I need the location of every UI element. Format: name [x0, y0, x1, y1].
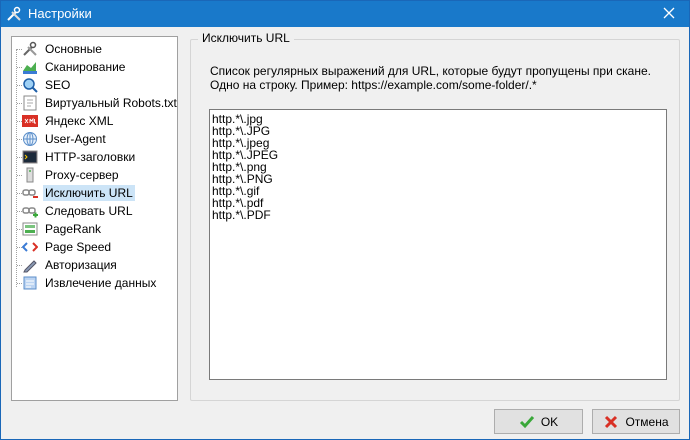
- sidebar-item[interactable]: HTTP-заголовки: [17, 148, 137, 166]
- cancel-button[interactable]: Отмена: [592, 409, 680, 434]
- sidebar-item[interactable]: Виртуальный Robots.txt: [17, 94, 179, 112]
- window-title: Настройки: [28, 6, 92, 21]
- server-icon: [22, 167, 38, 183]
- sidebar-item[interactable]: Page Speed: [17, 238, 113, 256]
- settings-nav-tree: Основные Сканирование SEO Виртуальный Robot…: [11, 36, 178, 401]
- chart-icon: [22, 59, 38, 75]
- tree-connector: [17, 211, 22, 212]
- tools-icon: [6, 6, 22, 22]
- robots-file-icon: [22, 95, 38, 111]
- sidebar-item-label: PageRank: [45, 222, 102, 236]
- magnifier-icon: [22, 77, 38, 93]
- sidebar-item[interactable]: User-Agent: [17, 130, 108, 148]
- follow-link-icon: [22, 203, 38, 219]
- terminal-icon: [22, 149, 38, 165]
- sidebar-item[interactable]: Основные: [17, 40, 104, 58]
- sidebar-item-label: Page Speed: [45, 240, 112, 254]
- xml-icon: [22, 113, 38, 129]
- sidebar-item[interactable]: Авторизация: [17, 256, 119, 274]
- tree-connector: [17, 139, 22, 140]
- sidebar-item-label: SEO: [45, 78, 71, 92]
- sidebar-item-label: Proxy-сервер: [45, 168, 119, 182]
- tree-connector: [17, 49, 22, 50]
- tree-connector: [17, 283, 22, 284]
- sidebar-item[interactable]: SEO: [17, 76, 72, 94]
- close-button[interactable]: [649, 1, 689, 27]
- sidebar-item[interactable]: Сканирование: [17, 58, 127, 76]
- code-icon: [22, 239, 38, 255]
- group-title: Исключить URL: [198, 31, 294, 45]
- tools-icon: [22, 41, 38, 57]
- pen-icon: [22, 257, 38, 273]
- sidebar-item-label: HTTP-заголовки: [45, 150, 136, 164]
- extract-icon: [22, 275, 38, 291]
- tree-connector: [17, 67, 22, 68]
- sidebar-item-label: Виртуальный Robots.txt: [45, 96, 177, 110]
- pagerank-icon: [22, 221, 38, 237]
- pattern-line: http.*\.PDF: [212, 208, 271, 222]
- close-icon: [663, 7, 675, 22]
- tree-connector: [17, 265, 22, 266]
- tree-connector: [17, 103, 22, 104]
- sidebar-item-label: Основные: [45, 42, 102, 56]
- tree-connector: [17, 247, 22, 248]
- tree-connector: [17, 157, 22, 158]
- sidebar-item[interactable]: Исключить URL: [17, 184, 135, 202]
- cancel-label: Отмена: [625, 414, 669, 429]
- sidebar-item[interactable]: PageRank: [17, 220, 103, 238]
- sidebar-item-label: User-Agent: [45, 132, 106, 146]
- ok-label: OK: [540, 414, 559, 429]
- tree-connector: [17, 175, 22, 176]
- checkmark-icon: [519, 414, 535, 430]
- sidebar-item-label: Авторизация: [45, 258, 117, 272]
- tree-connector: [17, 193, 22, 194]
- sidebar-item-label: Сканирование: [45, 60, 126, 74]
- title-bar: Настройки: [1, 1, 689, 27]
- sidebar-item-label: Следовать URL: [45, 204, 133, 218]
- sidebar-item-label: Исключить URL: [43, 185, 135, 201]
- settings-window: Настройки Основные Сканирование SEO Виртуал…: [0, 0, 690, 440]
- sidebar-item-label: Яндекс XML: [45, 114, 114, 128]
- globe-icon: [22, 131, 38, 147]
- sidebar-item[interactable]: Proxy-сервер: [17, 166, 121, 184]
- sidebar-item[interactable]: Следовать URL: [17, 202, 135, 220]
- description-line: Одно на строку. Пример: https://example.…: [210, 78, 537, 92]
- description: Список регулярных выражений для URL, кот…: [210, 64, 670, 92]
- tree-connector: [17, 85, 22, 86]
- exclude-link-icon: [22, 185, 38, 201]
- tree-connector: [17, 229, 22, 230]
- cancel-x-icon: [603, 414, 619, 430]
- description-line: Список регулярных выражений для URL, кот…: [210, 64, 651, 78]
- sidebar-item[interactable]: Извлечение данных: [17, 274, 158, 292]
- sidebar-item-label: Извлечение данных: [45, 276, 157, 290]
- sidebar-item[interactable]: Яндекс XML: [17, 112, 115, 130]
- exclude-patterns-textarea[interactable]: http.*\.jpg http.*\.JPG http.*\.jpeg http.*…: [209, 109, 667, 380]
- ok-button[interactable]: OK: [494, 409, 583, 434]
- tree-connector: [17, 121, 22, 122]
